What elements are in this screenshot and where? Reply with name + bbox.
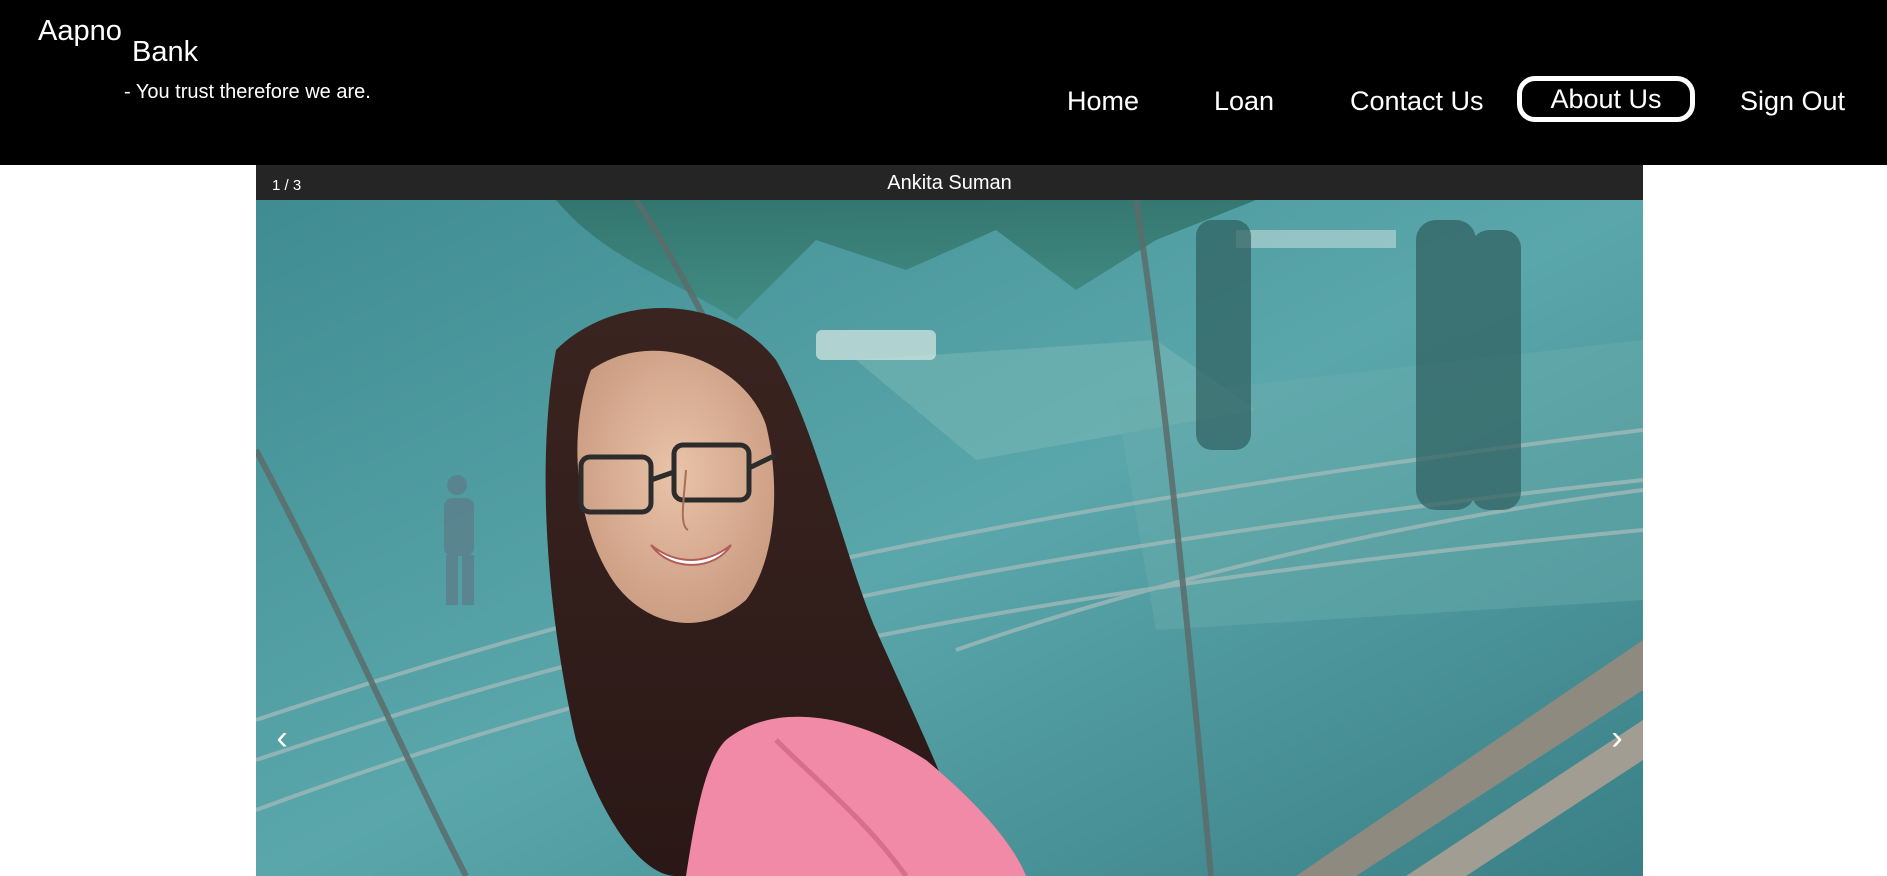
slide-caption-bar: 1 / 3 Ankita Suman bbox=[256, 165, 1643, 200]
nav-signout-link[interactable]: Sign Out bbox=[1740, 81, 1845, 121]
brand-name-line1[interactable]: Aapno bbox=[38, 14, 122, 48]
nav-contact-link[interactable]: Contact Us bbox=[1350, 81, 1484, 121]
team-slideshow: 1 / 3 Ankita Suman ‹ › bbox=[256, 165, 1643, 876]
brand-name-line2[interactable]: Bank bbox=[132, 35, 198, 69]
brand-tagline: - You trust therefore we are. bbox=[124, 81, 371, 103]
nav-home-link[interactable]: Home bbox=[1067, 81, 1139, 121]
previous-slide-arrow-icon[interactable]: ‹ bbox=[262, 718, 302, 758]
next-slide-arrow-icon[interactable]: › bbox=[1597, 718, 1637, 758]
slide-caption: Ankita Suman bbox=[887, 172, 1012, 194]
site-header: Aapno Bank - You trust therefore we are.… bbox=[0, 0, 1887, 165]
nav-loan-link[interactable]: Loan bbox=[1214, 81, 1274, 121]
slide-photo bbox=[256, 200, 1643, 876]
nav-about-link-active[interactable]: About Us bbox=[1517, 76, 1695, 122]
